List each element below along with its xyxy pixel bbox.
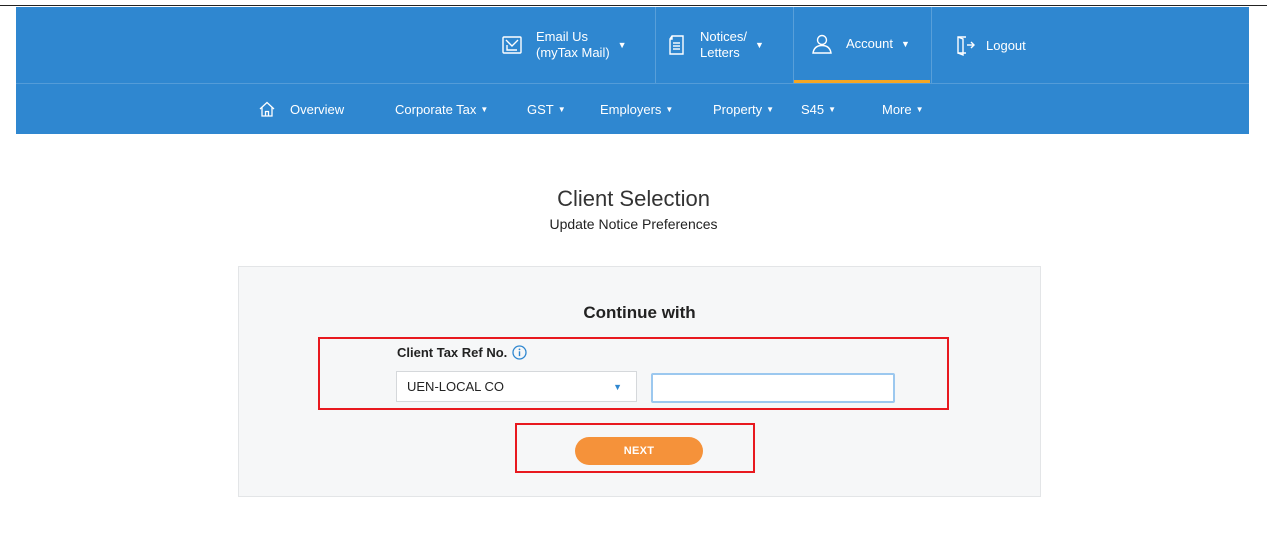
nav-gst-label: GST: [527, 101, 554, 117]
chevron-down-icon: ▼: [557, 104, 566, 114]
nav-more-label: More: [882, 101, 912, 117]
email-us-line1: Email Us: [536, 29, 589, 44]
nav-s45-label: S45: [801, 101, 825, 117]
chevron-down-icon: ▼: [613, 382, 622, 392]
notices-line1: Notices/: [700, 29, 747, 44]
top-rule: [0, 5, 1267, 6]
notices-letters-menu[interactable]: Notices/ Letters ▼: [666, 7, 792, 83]
nav-property[interactable]: Property ▼: [713, 84, 774, 134]
nav-gst[interactable]: GST ▼: [527, 84, 566, 134]
separator: [655, 7, 656, 83]
chevron-down-icon: ▼: [900, 38, 910, 49]
notices-line2: Letters: [700, 45, 740, 60]
nav-property-label: Property: [713, 101, 763, 117]
user-icon: [810, 32, 834, 56]
nav-overview[interactable]: Overview: [258, 84, 344, 134]
chevron-down-icon: ▼: [665, 104, 674, 114]
nav-more[interactable]: More ▼: [882, 84, 924, 134]
site-header: Email Us (myTax Mail) ▼ Notices/ Letters…: [16, 7, 1249, 134]
nav-overview-label: Overview: [290, 101, 345, 117]
nav-employers-label: Employers: [600, 101, 662, 117]
id-type-select[interactable]: UEN-LOCAL CO ▼: [396, 371, 637, 402]
chevron-down-icon: ▼: [480, 104, 489, 114]
email-us-menu[interactable]: Email Us (myTax Mail) ▼: [500, 7, 654, 83]
document-icon: [666, 33, 688, 57]
account-label: Account: [846, 36, 893, 51]
notices-label: Notices/ Letters: [700, 29, 747, 61]
logout-link[interactable]: Logout: [942, 7, 1042, 83]
logout-icon: [954, 33, 976, 57]
main-nav: Overview Corporate Tax ▼ GST ▼ Employers…: [16, 84, 1249, 134]
chevron-down-icon: ▼: [617, 40, 627, 50]
mail-icon: [500, 33, 524, 57]
tax-ref-input[interactable]: [651, 373, 895, 403]
info-icon[interactable]: [512, 345, 527, 360]
email-us-line2: (myTax Mail): [536, 45, 610, 60]
chevron-down-icon: ▼: [828, 104, 837, 114]
logout-label: Logout: [986, 37, 1026, 53]
nav-employers[interactable]: Employers ▼: [600, 84, 673, 134]
chevron-down-icon: ▼: [915, 104, 924, 114]
chevron-down-icon: ▼: [766, 104, 775, 114]
card-heading: Continue with: [583, 303, 696, 322]
nav-corporate-tax[interactable]: Corporate Tax ▼: [395, 84, 488, 134]
account-menu[interactable]: Account ▼: [794, 7, 930, 83]
chevron-down-icon: ▼: [754, 40, 764, 50]
nav-corporate-tax-label: Corporate Tax: [395, 101, 477, 117]
client-selection-card: Continue with Client Tax Ref No. UEN-LOC…: [238, 266, 1041, 497]
separator: [931, 7, 932, 83]
next-button[interactable]: NEXT: [575, 437, 703, 465]
email-us-label: Email Us (myTax Mail): [536, 29, 610, 61]
id-type-select-value: UEN-LOCAL CO: [407, 379, 505, 394]
home-icon: [258, 100, 276, 118]
page-subtitle: Update Notice Preferences: [549, 216, 718, 232]
client-tax-ref-label-text: Client Tax Ref No.: [397, 345, 508, 360]
client-tax-ref-label: Client Tax Ref No.: [397, 345, 527, 360]
page-title: Client Selection: [557, 186, 710, 211]
nav-s45[interactable]: S45 ▼: [801, 84, 836, 134]
